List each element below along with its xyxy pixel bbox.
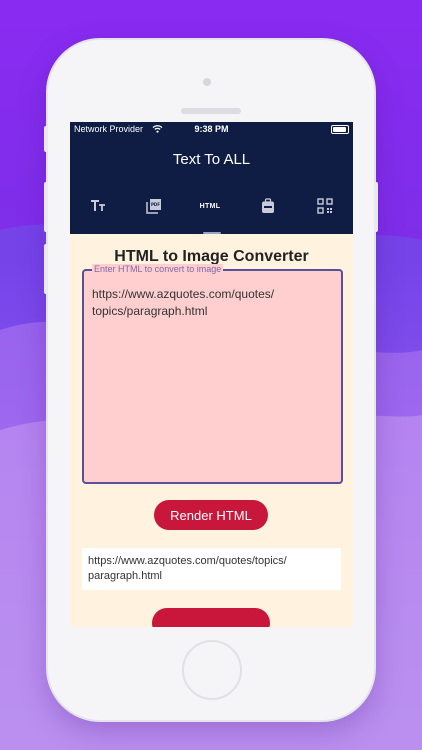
backpack-icon (262, 198, 274, 213)
mute-switch (44, 126, 48, 152)
svg-text:PDF: PDF (151, 202, 160, 207)
tab-bar: PDF HTML (70, 186, 353, 234)
volume-up-button (44, 182, 48, 232)
text-icon (91, 200, 105, 211)
volume-down-button (44, 244, 48, 294)
app-screen: Network Provider 9:38 PM Text To ALL PDF (70, 122, 353, 627)
tab-text[interactable] (70, 186, 126, 226)
tab-qr-code[interactable] (297, 186, 353, 226)
earpiece-speaker (181, 108, 241, 114)
front-camera (203, 78, 211, 86)
tab-backpack[interactable] (240, 186, 296, 226)
battery-icon (331, 125, 349, 134)
output-text-box: https://www.azquotes.com/quotes/topics/ … (82, 548, 341, 590)
secondary-action-button[interactable] (152, 608, 270, 627)
html-icon: HTML (199, 202, 221, 210)
active-tab-indicator (203, 232, 221, 234)
tab-html[interactable]: HTML (182, 186, 238, 226)
app-bar: Text To ALL PDF HTML (70, 138, 353, 234)
tab-pdf[interactable]: PDF (126, 186, 182, 226)
html-input-field[interactable]: Enter HTML to convert to image https://w… (82, 264, 343, 484)
html-input-label: Enter HTML to convert to image (92, 264, 224, 274)
pdf-icon: PDF (146, 199, 161, 214)
qr-code-icon (317, 198, 333, 214)
render-html-button[interactable]: Render HTML (154, 500, 268, 530)
html-input-value[interactable]: https://www.azquotes.com/quotes/ topics/… (92, 286, 332, 320)
status-bar: Network Provider 9:38 PM (70, 122, 353, 138)
clock: 9:38 PM (194, 124, 229, 134)
home-button[interactable] (182, 640, 242, 700)
output-text: https://www.azquotes.com/quotes/topics/ … (88, 555, 287, 582)
power-button (374, 182, 378, 232)
app-title: Text To ALL (172, 151, 251, 168)
